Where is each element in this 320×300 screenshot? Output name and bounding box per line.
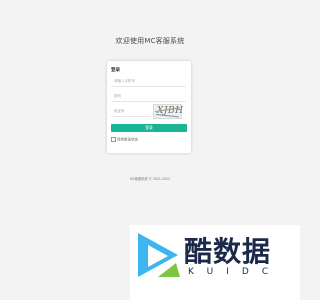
page-title: 欢迎使用MC客服系统 [115, 37, 185, 45]
login-button[interactable]: 登录 [111, 124, 187, 132]
remember-login[interactable]: 保持登录状态 [111, 137, 138, 143]
login-heading: 登录 [111, 68, 120, 73]
watermark: 酷数据 KUIDC [130, 225, 300, 300]
phone-placeholder: 请输入手机号 [114, 79, 135, 83]
watermark-subtitle: KUIDC [188, 267, 282, 277]
remember-label: 保持登录状态 [117, 137, 138, 142]
captcha-placeholder: 验证码 [114, 109, 125, 113]
watermark-brand: 酷数据 [184, 235, 272, 268]
login-card: 登录 请输入手机号 密码 验证码 XJBH 登录 保持登录状态 [107, 61, 191, 153]
password-placeholder: 密码 [114, 94, 121, 98]
play-logo-icon [138, 233, 180, 277]
phone-field[interactable]: 请输入手机号 [111, 77, 186, 87]
copyright-text: MC客服系统 © 2021-2022 [129, 177, 171, 181]
captcha-field[interactable]: 验证码 [111, 107, 151, 117]
remember-checkbox[interactable] [111, 137, 116, 142]
captcha-image[interactable]: XJBH [153, 104, 183, 119]
password-field[interactable]: 密码 [111, 92, 186, 102]
